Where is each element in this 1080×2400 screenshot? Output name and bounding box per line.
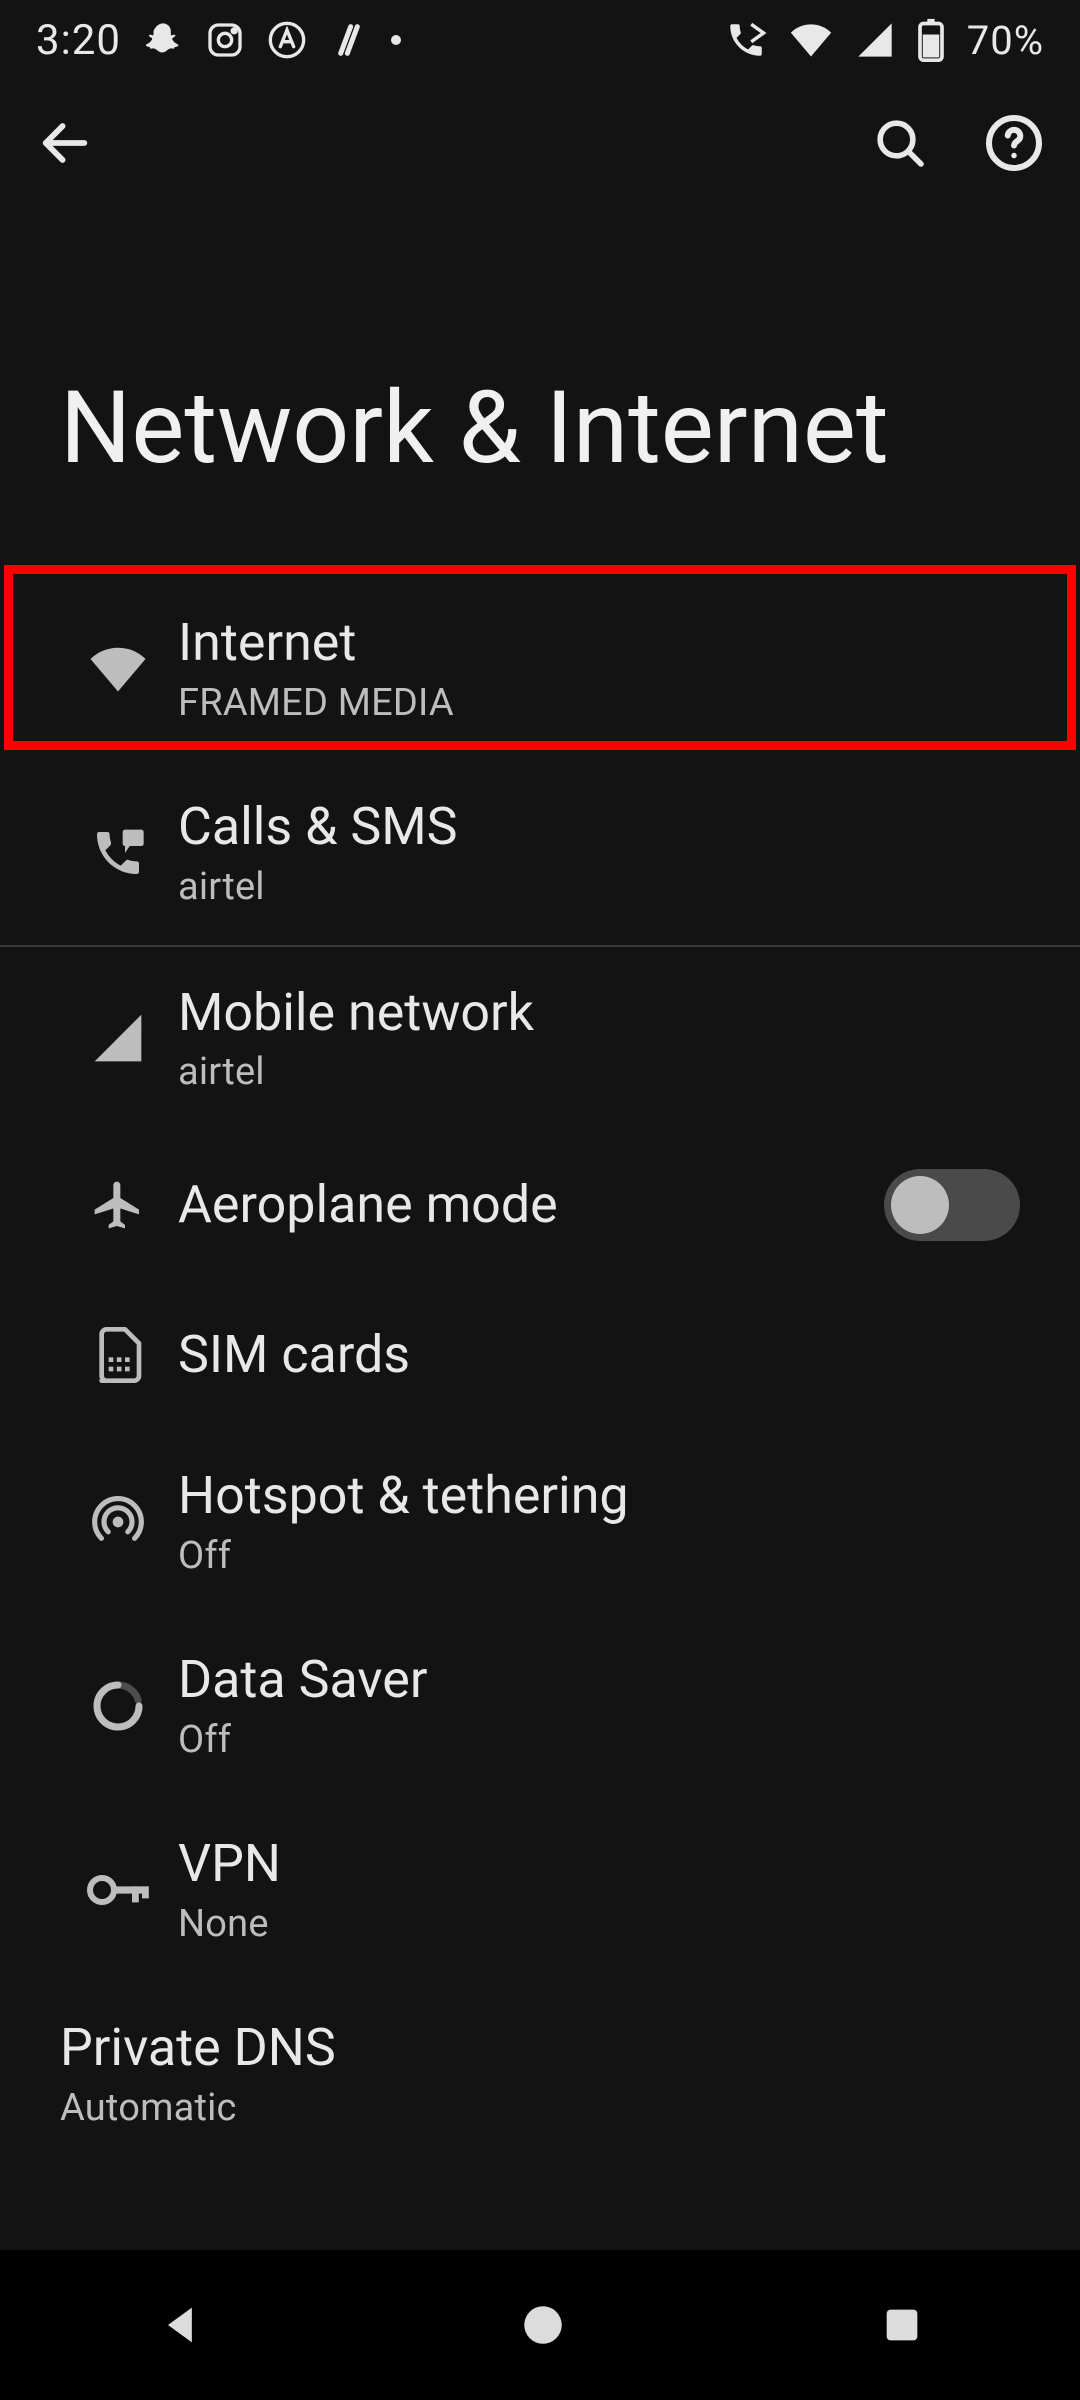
battery-icon — [917, 18, 945, 62]
battery-percent: 70% — [967, 17, 1044, 64]
row-internet-sub: FRAMED MEDIA — [178, 681, 1020, 725]
cell-signal-icon — [855, 20, 895, 60]
row-airplane-title: Aeroplane mode — [178, 1175, 884, 1235]
row-hotspot[interactable]: Hotspot & tethering Off — [0, 1430, 1080, 1614]
row-mobile-title: Mobile network — [178, 983, 1020, 1043]
airplane-icon — [58, 1177, 178, 1233]
row-datasaver-sub: Off — [178, 1718, 1020, 1762]
row-dns-sub: Automatic — [60, 2086, 1020, 2130]
snapchat-icon — [143, 20, 183, 60]
app-bar — [0, 80, 1080, 210]
row-vpn-title: VPN — [178, 1834, 1020, 1894]
wifi-calling-icon — [725, 19, 767, 61]
row-vpn[interactable]: VPN None — [0, 1798, 1080, 1982]
nav-home-button[interactable] — [518, 2300, 568, 2350]
row-data-saver[interactable]: Data Saver Off — [0, 1614, 1080, 1798]
row-private-dns[interactable]: Private DNS Automatic — [0, 1982, 1080, 2166]
wifi-icon — [58, 639, 178, 699]
back-button[interactable] — [36, 114, 94, 176]
airplane-toggle[interactable] — [884, 1169, 1020, 1241]
nav-recents-button[interactable] — [879, 2302, 925, 2348]
data-saver-icon — [58, 1678, 178, 1734]
navigation-bar — [0, 2250, 1080, 2400]
row-calls-sub: airtel — [178, 865, 1020, 909]
app-notification-a-icon — [267, 20, 307, 60]
status-bar: 3:20 70% — [0, 0, 1080, 80]
cell-signal-icon — [58, 1010, 178, 1066]
wifi-full-icon — [789, 18, 833, 62]
hotspot-icon — [58, 1494, 178, 1550]
phone-sms-icon — [58, 825, 178, 881]
row-mobile-network[interactable]: Mobile network airtel — [0, 947, 1080, 1131]
app-notification-n-icon — [329, 20, 369, 60]
row-vpn-sub: None — [178, 1902, 1020, 1946]
row-dns-title: Private DNS — [60, 2018, 1020, 2078]
more-notifications-dot — [391, 35, 401, 45]
sim-card-icon — [58, 1327, 178, 1383]
page-title: Network & Internet — [0, 210, 1080, 577]
row-airplane-mode[interactable]: Aeroplane mode — [0, 1130, 1080, 1280]
nav-back-button[interactable] — [155, 2299, 207, 2351]
row-calls-title: Calls & SMS — [178, 797, 1020, 857]
instagram-icon — [205, 20, 245, 60]
row-datasaver-title: Data Saver — [178, 1650, 1020, 1710]
toggle-knob — [891, 1176, 949, 1234]
status-time: 3:20 — [36, 16, 121, 65]
vpn-key-icon — [58, 1870, 178, 1910]
help-button[interactable] — [984, 113, 1044, 177]
row-mobile-sub: airtel — [178, 1050, 1020, 1094]
row-hotspot-title: Hotspot & tethering — [178, 1466, 1020, 1526]
row-sim-title: SIM cards — [178, 1325, 1020, 1385]
search-button[interactable] — [872, 115, 928, 175]
row-sim-cards[interactable]: SIM cards — [0, 1280, 1080, 1430]
row-hotspot-sub: Off — [178, 1534, 1020, 1578]
row-internet[interactable]: Internet FRAMED MEDIA — [0, 577, 1080, 761]
row-internet-title: Internet — [178, 613, 1020, 673]
row-calls-sms[interactable]: Calls & SMS airtel — [0, 761, 1080, 945]
